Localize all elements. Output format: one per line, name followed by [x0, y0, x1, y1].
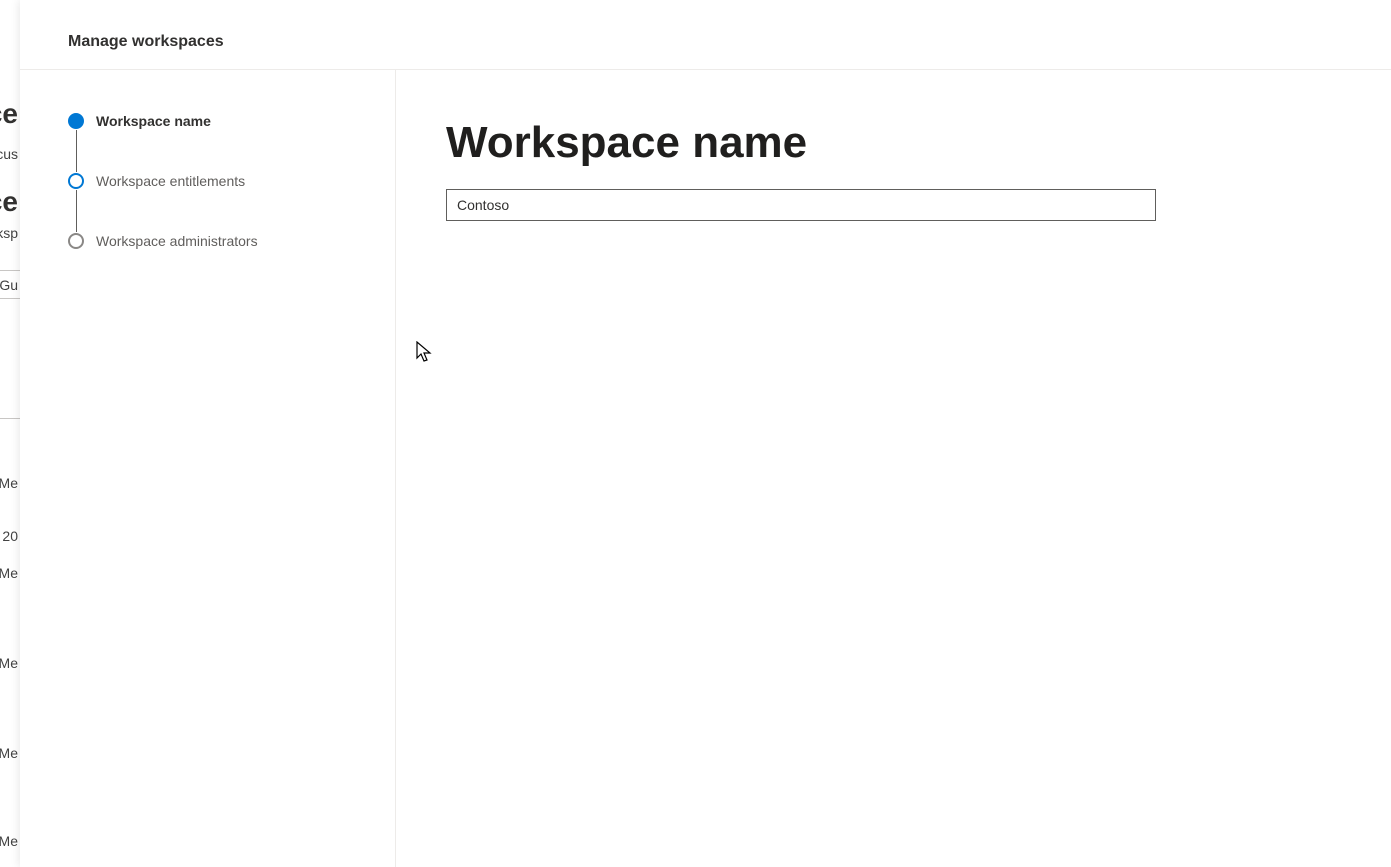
wizard-step-workspace-administrators[interactable]: Workspace administrators	[68, 232, 395, 250]
bg-fragment: Me	[0, 833, 18, 849]
manage-workspaces-panel: Manage workspaces Workspace name Workspa…	[20, 0, 1391, 867]
background-page: ce cus ce rksp l Gu Me 20 Me Me Me Me	[0, 0, 20, 867]
content-heading: Workspace name	[446, 118, 1341, 169]
panel-body: Workspace name Workspace entitlements Wo…	[20, 70, 1391, 867]
content-area: Workspace name	[396, 70, 1391, 867]
wizard-nav: Workspace name Workspace entitlements Wo…	[20, 70, 396, 867]
wizard-step-workspace-entitlements[interactable]: Workspace entitlements	[68, 172, 395, 190]
bg-fragment: cus	[0, 146, 18, 162]
bg-fragment: rksp	[0, 225, 18, 241]
bg-fragment: Me	[0, 655, 18, 671]
workspace-name-input[interactable]	[446, 189, 1156, 221]
step-connector	[76, 190, 77, 232]
wizard-step-label: Workspace entitlements	[96, 173, 245, 189]
panel-header: Manage workspaces	[20, 0, 1391, 70]
wizard-step-label: Workspace administrators	[96, 233, 258, 249]
bg-fragment: ce	[0, 186, 18, 218]
bg-fragment: l Gu	[0, 277, 18, 293]
bg-divider	[0, 298, 20, 299]
panel-title: Manage workspaces	[68, 33, 1391, 51]
step-connector	[76, 130, 77, 172]
wizard-step-workspace-name[interactable]: Workspace name	[68, 112, 395, 130]
step-indicator-filled-icon	[68, 113, 84, 129]
bg-fragment: Me	[0, 565, 18, 581]
bg-fragment: ce	[0, 98, 18, 130]
bg-divider	[0, 418, 20, 419]
step-indicator-outline-icon	[68, 173, 84, 189]
bg-fragment: Me	[0, 745, 18, 761]
step-indicator-outline-icon	[68, 233, 84, 249]
bg-divider	[0, 270, 20, 271]
bg-fragment: 20	[2, 528, 18, 544]
wizard-step-label: Workspace name	[96, 113, 211, 129]
bg-fragment: Me	[0, 475, 18, 491]
